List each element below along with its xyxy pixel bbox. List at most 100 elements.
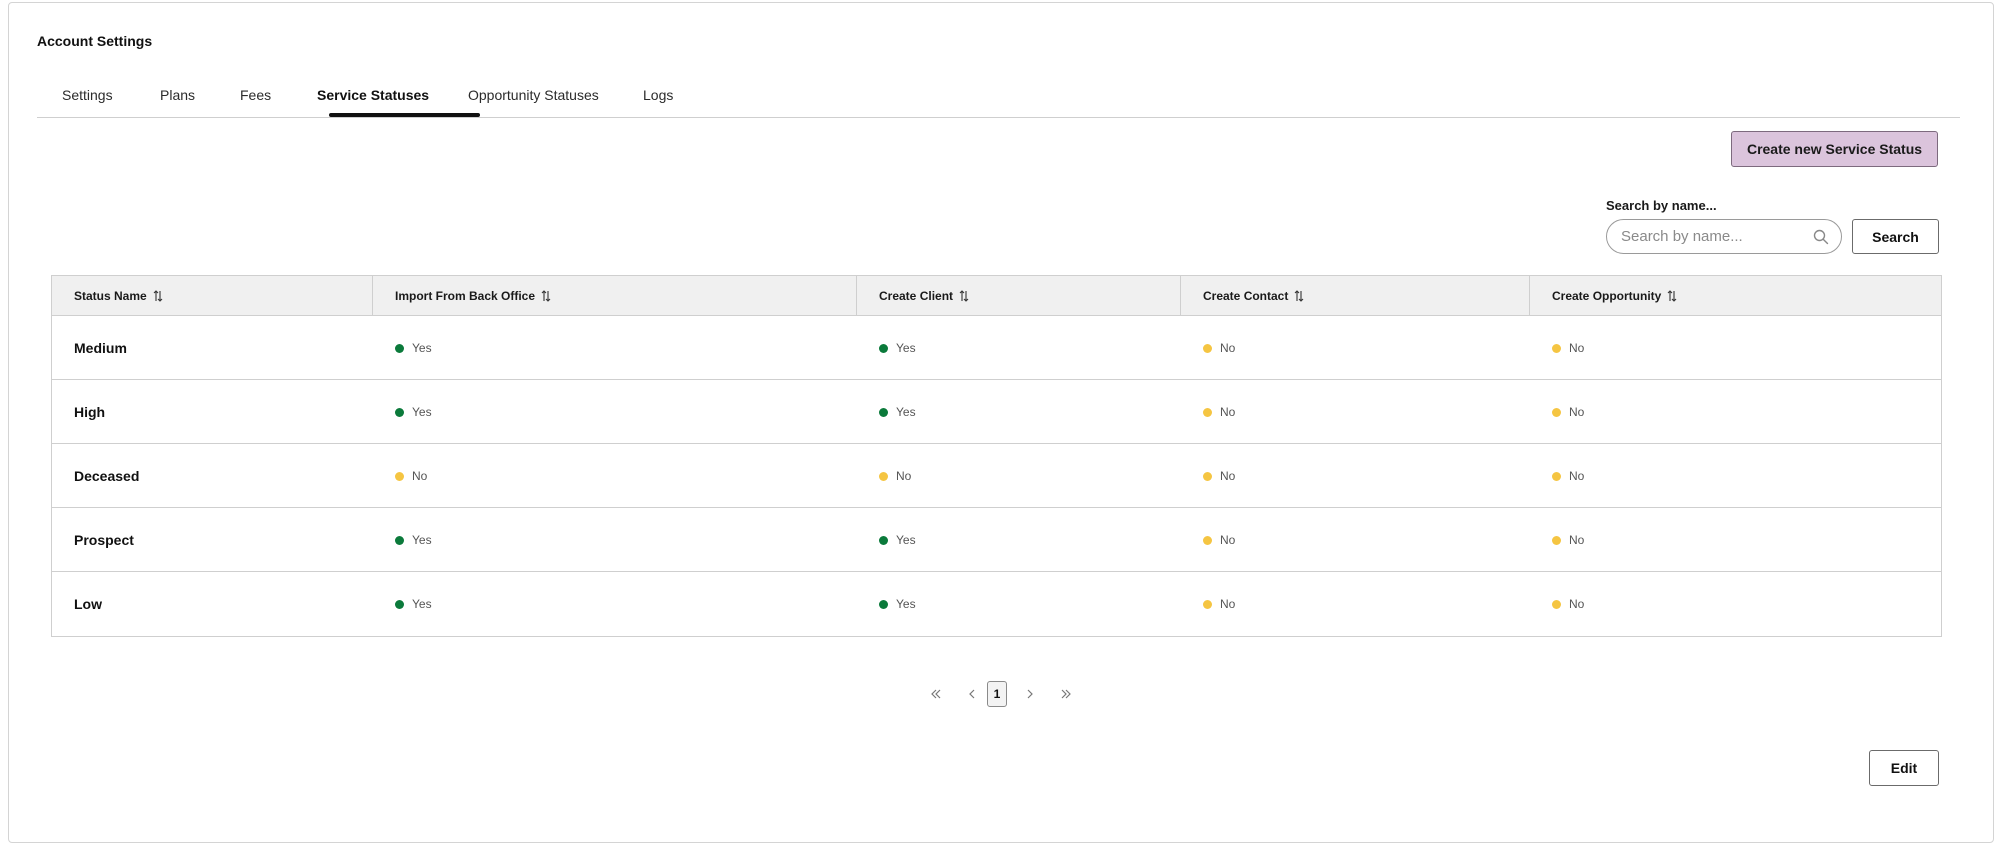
import-from-back-office-cell: Yes	[373, 572, 857, 636]
table-row[interactable]: Deceased No No No No	[52, 444, 1941, 508]
column-header-create-opportunity[interactable]: Create Opportunity	[1530, 276, 1941, 316]
create-contact-cell: No	[1181, 316, 1530, 380]
status-value: No	[1220, 341, 1236, 355]
status-value: Yes	[412, 597, 432, 611]
status-dot-icon	[879, 535, 888, 545]
create-opportunity-cell: No	[1530, 380, 1941, 444]
status-value: No	[1220, 405, 1236, 419]
status-dot-icon	[395, 471, 404, 481]
status-value: Yes	[412, 533, 432, 547]
tab-opportunity-statuses[interactable]: Opportunity Statuses	[468, 86, 599, 118]
status-dot-icon	[879, 599, 888, 609]
sort-icon	[1294, 290, 1304, 302]
status-value: Yes	[896, 341, 916, 355]
create-contact-cell: No	[1181, 508, 1530, 572]
table-row[interactable]: Low Yes Yes No No	[52, 572, 1941, 636]
column-header-label: Create Client	[879, 289, 954, 303]
status-value: Yes	[412, 341, 432, 355]
table-row[interactable]: High Yes Yes No No	[52, 380, 1941, 444]
import-from-back-office-cell: Yes	[373, 316, 857, 380]
tab-logs[interactable]: Logs	[643, 86, 673, 118]
status-dot-icon	[395, 343, 404, 353]
status-dot-icon	[1203, 343, 1212, 353]
import-from-back-office-cell: Yes	[373, 380, 857, 444]
status-dot-icon	[1552, 535, 1561, 545]
tab-plans[interactable]: Plans	[160, 86, 195, 118]
column-header-label: Status Name	[74, 289, 147, 303]
column-header-label: Import From Back Office	[395, 289, 536, 303]
create-client-cell: Yes	[857, 508, 1181, 572]
chevron-left-icon	[969, 689, 975, 699]
status-dot-icon	[879, 471, 888, 481]
import-from-back-office-cell: Yes	[373, 508, 857, 572]
table-header: Status Name Import From Back Office Crea…	[52, 276, 1941, 316]
search-icon[interactable]	[1813, 229, 1829, 245]
tab-bar: Settings Plans Fees Service Statuses Opp…	[37, 86, 1960, 118]
import-from-back-office-cell: No	[373, 444, 857, 508]
column-header-create-contact[interactable]: Create Contact	[1181, 276, 1530, 316]
status-value: No	[1569, 341, 1585, 355]
status-value: Yes	[896, 597, 916, 611]
table-row[interactable]: Prospect Yes Yes No No	[52, 508, 1941, 572]
column-header-label: Create Opportunity	[1552, 289, 1662, 303]
double-chevron-right-icon	[1061, 689, 1071, 699]
status-dot-icon	[395, 407, 404, 417]
status-name-cell: Medium	[74, 340, 127, 356]
status-dot-icon	[1552, 599, 1561, 609]
status-value: Yes	[896, 533, 916, 547]
table-body: Medium Yes Yes No No High Yes Yes No No Deceased No…	[52, 316, 1941, 636]
create-client-cell: Yes	[857, 572, 1181, 636]
sort-icon	[959, 290, 969, 302]
table-row[interactable]: Medium Yes Yes No No	[52, 316, 1941, 380]
status-dot-icon	[1552, 471, 1561, 481]
previous-page-button[interactable]	[962, 680, 982, 708]
create-contact-cell: No	[1181, 380, 1530, 444]
service-status-table: Status Name Import From Back Office Crea…	[51, 275, 1942, 637]
status-dot-icon	[1203, 471, 1212, 481]
chevron-right-icon	[1027, 689, 1033, 699]
status-name-cell: Prospect	[74, 532, 134, 548]
status-value: No	[1220, 533, 1236, 547]
create-client-cell: Yes	[857, 380, 1181, 444]
page-title: Account Settings	[37, 33, 153, 49]
search-input[interactable]	[1621, 220, 1811, 253]
tab-fees[interactable]: Fees	[240, 86, 271, 118]
column-header-label: Create Contact	[1203, 289, 1289, 303]
double-chevron-left-icon	[931, 689, 941, 699]
last-page-button[interactable]	[1056, 680, 1076, 708]
column-header-create-client[interactable]: Create Client	[857, 276, 1181, 316]
active-tab-indicator	[329, 113, 480, 117]
create-opportunity-cell: No	[1530, 316, 1941, 380]
tab-settings[interactable]: Settings	[62, 86, 113, 118]
search-button[interactable]: Search	[1852, 219, 1939, 254]
status-value: No	[896, 469, 912, 483]
create-contact-cell: No	[1181, 572, 1530, 636]
status-dot-icon	[879, 407, 888, 417]
status-value: No	[1569, 405, 1585, 419]
column-header-import-from-back-office[interactable]: Import From Back Office	[373, 276, 857, 316]
current-page-button[interactable]: 1	[987, 681, 1007, 707]
column-header-status-name[interactable]: Status Name	[52, 276, 373, 316]
status-dot-icon	[1203, 407, 1212, 417]
status-value: No	[1569, 597, 1585, 611]
status-dot-icon	[1552, 407, 1561, 417]
create-service-status-button[interactable]: Create new Service Status	[1731, 131, 1938, 167]
create-contact-cell: No	[1181, 444, 1530, 508]
create-opportunity-cell: No	[1530, 572, 1941, 636]
sort-icon	[153, 290, 163, 302]
status-name-cell: Deceased	[74, 468, 140, 484]
status-value: No	[1220, 469, 1236, 483]
first-page-button[interactable]	[926, 680, 946, 708]
search-label: Search by name...	[1606, 198, 1717, 213]
create-client-cell: No	[857, 444, 1181, 508]
create-opportunity-cell: No	[1530, 444, 1941, 508]
next-page-button[interactable]	[1020, 680, 1040, 708]
status-dot-icon	[395, 535, 404, 545]
status-dot-icon	[879, 343, 888, 353]
status-name-cell: High	[74, 404, 106, 420]
sort-icon	[541, 290, 551, 302]
status-name-cell: Low	[74, 596, 102, 612]
edit-button[interactable]: Edit	[1869, 750, 1939, 786]
sort-icon	[1667, 290, 1677, 302]
status-dot-icon	[395, 599, 404, 609]
